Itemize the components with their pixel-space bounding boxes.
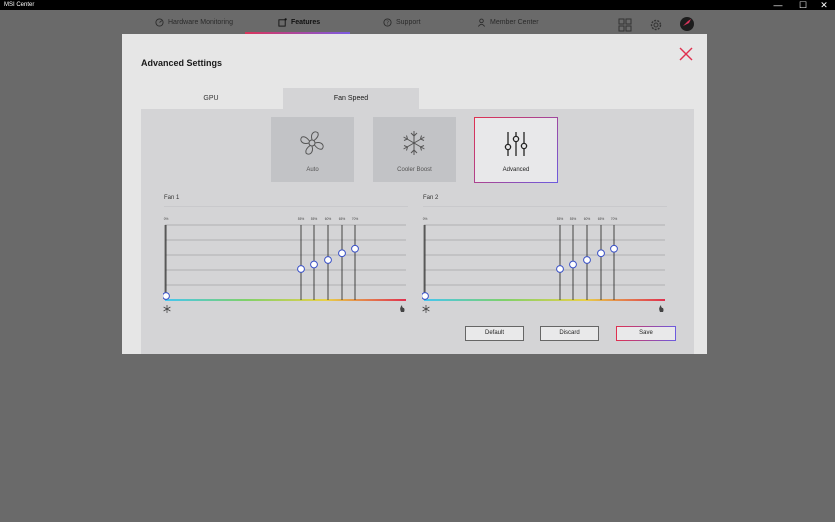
default-button[interactable]: Default <box>465 326 524 341</box>
snowflake-icon <box>403 131 425 155</box>
maximize-button[interactable]: ☐ <box>792 0 814 10</box>
close-window-button[interactable]: ✕ <box>813 0 835 10</box>
mode-label: Auto <box>306 167 319 173</box>
nav-support[interactable]: ? Support <box>383 10 421 35</box>
curve-handle[interactable] <box>569 260 577 269</box>
mode-auto-card[interactable]: Auto <box>271 117 354 182</box>
fan1-label: Fan 1 <box>164 195 180 201</box>
fan2-label: Fan 2 <box>423 195 439 201</box>
curve-handle[interactable] <box>556 265 564 273</box>
top-nav: Hardware Monitoring Features ? Support M… <box>0 10 835 35</box>
curve-handle[interactable] <box>610 244 618 253</box>
tick-label: 55% <box>311 217 318 221</box>
gauge-icon <box>155 18 164 27</box>
nav-label: Member Center <box>490 19 539 26</box>
tick-label: 70% <box>352 217 359 221</box>
tick-label: 55% <box>557 217 564 221</box>
member-icon <box>477 18 486 27</box>
tab-gpu[interactable]: GPU <box>141 88 281 109</box>
title-bar: MSI Center — ☐ ✕ <box>0 0 835 10</box>
save-button[interactable]: Save <box>616 326 676 341</box>
snowflake-icon <box>163 305 171 313</box>
tick-label: 55% <box>570 217 577 221</box>
curve-handle[interactable] <box>597 249 605 258</box>
avatar-icon[interactable] <box>679 16 695 32</box>
nav-hardware-monitoring[interactable]: Hardware Monitoring <box>155 10 233 35</box>
fan2-divider <box>423 206 667 207</box>
advanced-settings-dialog: Advanced Settings GPU Fan Speed Auto Coo… <box>122 34 707 354</box>
nav-label: Hardware Monitoring <box>168 19 233 26</box>
minimize-button[interactable]: — <box>767 0 789 10</box>
curve-handle[interactable] <box>422 292 429 300</box>
curve-handle[interactable] <box>163 292 170 300</box>
curve-handle[interactable] <box>338 249 346 258</box>
tick-label: 60% <box>325 217 332 221</box>
discard-button[interactable]: Discard <box>540 326 599 341</box>
curve-handle[interactable] <box>324 256 332 264</box>
curve-handle[interactable] <box>583 256 591 264</box>
tick-label: 60% <box>584 217 591 221</box>
nav-member-center[interactable]: Member Center <box>477 10 539 35</box>
flame-icon <box>659 305 664 312</box>
support-icon: ? <box>383 18 392 27</box>
sliders-icon <box>504 132 528 156</box>
tick-label: 0% <box>164 217 169 221</box>
tick-label: 70% <box>611 217 618 221</box>
gear-icon[interactable] <box>649 18 663 32</box>
temperature-bar <box>424 299 665 301</box>
nav-label: Support <box>396 19 421 26</box>
curve-handle[interactable] <box>297 265 305 273</box>
app-title: MSI Center <box>4 2 35 8</box>
curve-handle[interactable] <box>310 260 318 269</box>
fan2-curve-chart[interactable]: 0% 55% 55% 60% 65% 70% <box>422 213 667 313</box>
grid-icon[interactable] <box>618 18 632 32</box>
temperature-bar <box>165 299 406 301</box>
fan-speed-panel: Auto Cooler Boost Advanced Fan 1 0% 55% … <box>141 109 694 354</box>
fan1-divider <box>164 206 408 207</box>
close-icon[interactable] <box>678 46 694 62</box>
dialog-title: Advanced Settings <box>141 58 223 68</box>
curve-handle[interactable] <box>351 244 359 253</box>
mode-label: Advanced <box>502 167 530 173</box>
features-icon <box>278 18 287 27</box>
tab-fan-speed[interactable]: Fan Speed <box>283 88 419 109</box>
svg-text:?: ? <box>386 20 389 26</box>
mode-cooler-boost-card[interactable]: Cooler Boost <box>373 117 456 182</box>
tick-label: 65% <box>598 217 605 221</box>
tick-label: 55% <box>298 217 305 221</box>
mode-advanced-card[interactable]: Advanced <box>474 117 558 183</box>
tick-label: 0% <box>423 217 428 221</box>
fan1-curve-chart[interactable]: 0% 55% 55% 60% 65% 70% <box>163 213 408 313</box>
snowflake-icon <box>422 305 430 313</box>
tick-label: 65% <box>339 217 346 221</box>
mode-label: Cooler Boost <box>397 167 432 173</box>
flame-icon <box>400 305 405 312</box>
fan-icon <box>300 131 324 155</box>
